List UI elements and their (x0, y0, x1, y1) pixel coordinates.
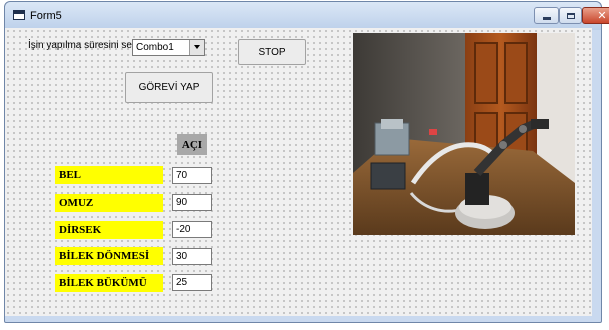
joint-label-dirsek: DİRSEK (55, 221, 163, 239)
perform-task-button[interactable]: GÖREVİ YAP (125, 72, 213, 103)
robot-arm-photo (353, 33, 575, 235)
joint-label-omuz: OMUZ (55, 194, 163, 212)
close-button[interactable]: ✕ (582, 7, 609, 24)
stop-button[interactable]: STOP (238, 39, 306, 65)
combo-value: Combo1 (136, 42, 174, 53)
close-icon: ✕ (597, 9, 607, 22)
form-icon (13, 10, 25, 20)
joint-input-bel[interactable]: 70 (172, 167, 212, 184)
joint-label-bilek-bukumu: BİLEK BÜKÜMÜ (55, 274, 163, 292)
joint-input-bilek-bukumu[interactable]: 25 (172, 274, 212, 291)
maximize-button[interactable] (559, 7, 582, 24)
joint-label-bilek-donmesi: BİLEK DÖNMESİ (55, 247, 163, 265)
minimize-icon (542, 17, 551, 20)
angle-header: AÇI (177, 134, 207, 155)
joint-input-omuz[interactable]: 90 (172, 194, 212, 211)
minimize-button[interactable] (534, 7, 559, 24)
joint-input-dirsek[interactable]: -20 (172, 221, 212, 238)
duration-label: İşin yapılma süresini seç (28, 40, 137, 51)
title-bar[interactable]: Form5 (5, 2, 601, 30)
window-title: Form5 (30, 10, 62, 22)
joint-label-bel: BEL (55, 166, 163, 184)
maximize-icon (566, 12, 575, 19)
chevron-down-icon[interactable] (189, 40, 204, 55)
duration-combo[interactable]: Combo1 (132, 39, 205, 56)
joint-input-bilek-donmesi[interactable]: 30 (172, 248, 212, 265)
